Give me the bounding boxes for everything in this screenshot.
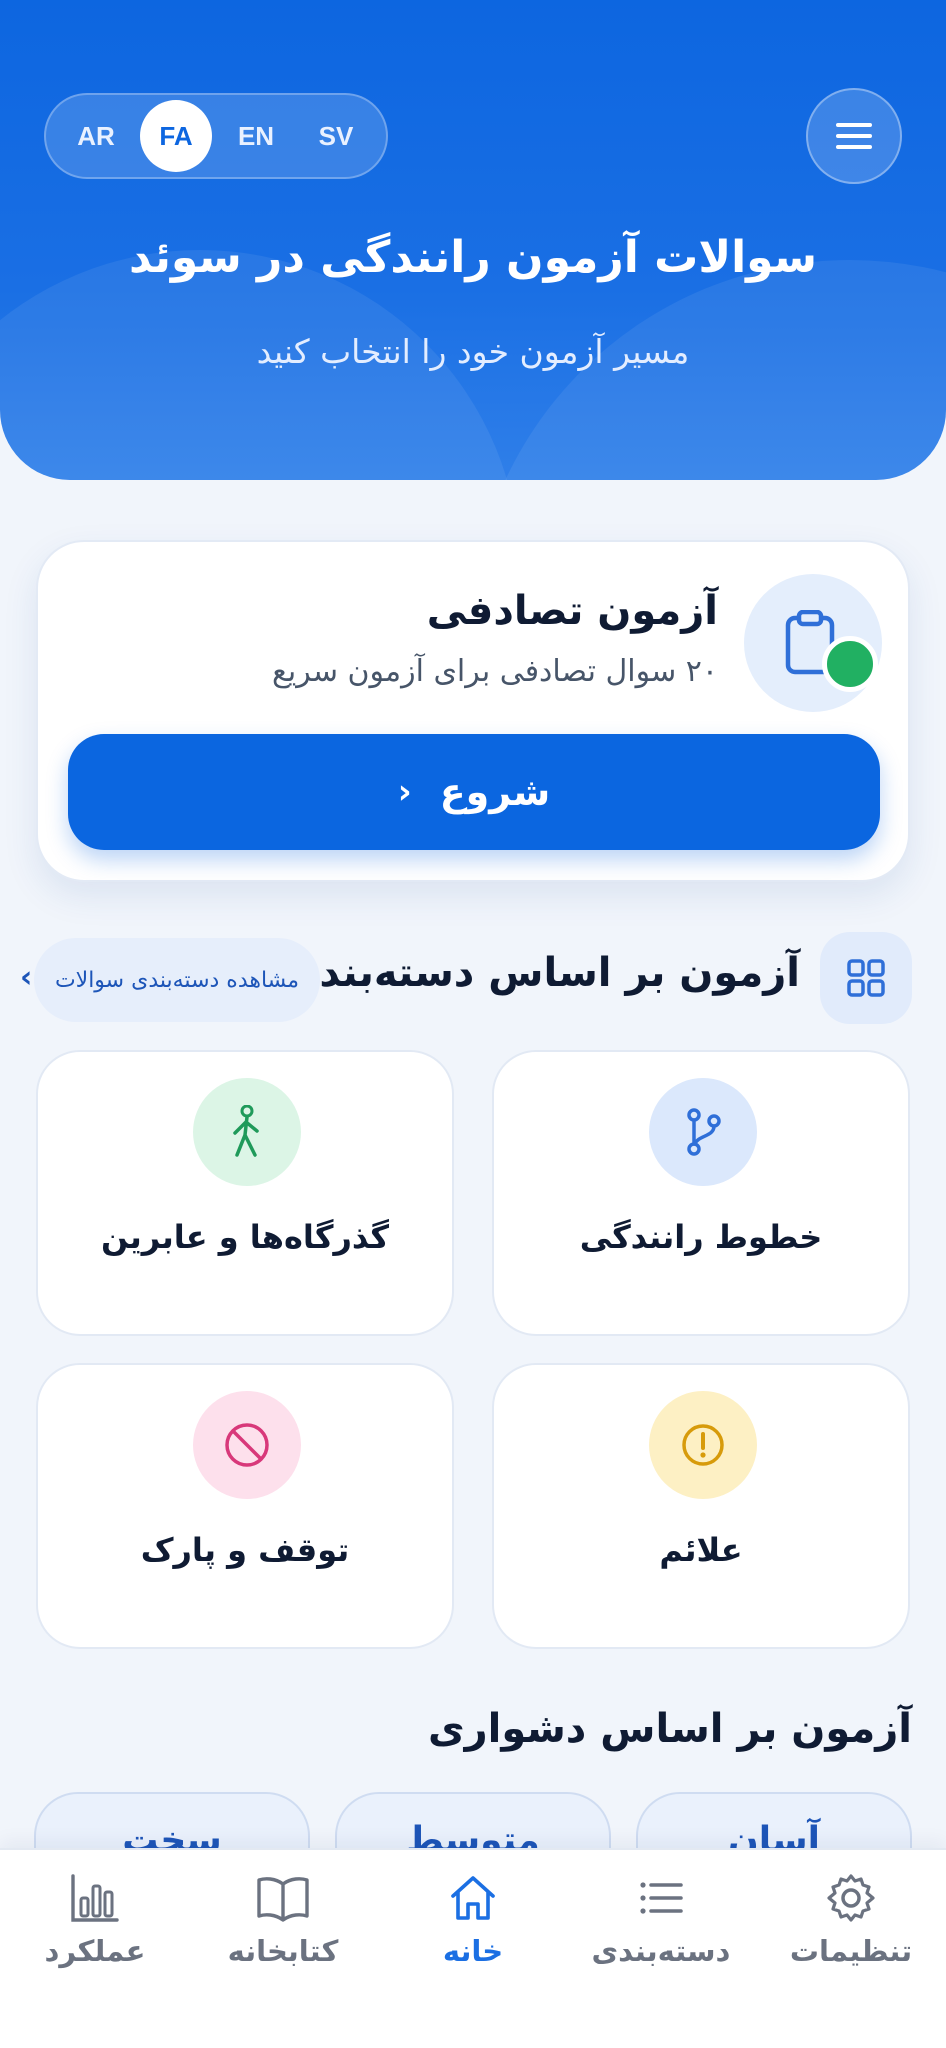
category-label: خطوط رانندگی (579, 1218, 823, 1256)
hamburger-icon (836, 145, 872, 149)
see-all-label: مشاهده دسته‌بندی سوالات (54, 967, 300, 993)
random-quiz-card: آزمون تصادفی ۲۰ سوال تصادفی برای آزمون س… (36, 540, 910, 882)
category-card-crossings[interactable]: گذرگاه‌ها و عابرین (36, 1050, 454, 1336)
start-button[interactable]: شروع ‹ (68, 734, 880, 850)
chevron-left-icon: ‹ (397, 772, 412, 812)
category-card-driving-lanes[interactable]: خطوط رانندگی (492, 1050, 910, 1336)
warning-icon (649, 1391, 757, 1499)
category-card-signs[interactable]: علائم (492, 1363, 910, 1649)
nav-item-library[interactable]: کتابخانه (188, 1872, 378, 2012)
see-all-categories-button[interactable]: مشاهده دسته‌بندی سوالات (34, 938, 320, 1022)
nav-label: تنظیمات (789, 1934, 913, 1968)
nav-item-performance[interactable]: عملکرد (0, 1872, 190, 2012)
nav-label: خانه (442, 1934, 504, 1968)
page-title: سوالات آزمون رانندگی در سوئد (128, 232, 818, 283)
menu-button[interactable] (806, 88, 902, 184)
random-quiz-subtitle: ۲۰ سوال تصادفی برای آزمون سریع (271, 654, 718, 689)
category-label: علائم (659, 1531, 743, 1569)
book-icon (257, 1877, 309, 1922)
nav-item-categories[interactable]: دسته‌بندی (566, 1872, 756, 2012)
road-fork-icon (649, 1078, 757, 1186)
pedestrian-icon (193, 1078, 301, 1186)
hamburger-icon (836, 134, 872, 138)
page-subtitle: مسیر آزمون خود را انتخاب کنید (256, 332, 690, 371)
category-label: گذرگاه‌ها و عابرین (100, 1218, 389, 1256)
language-switcher: AR FA EN SV (44, 93, 388, 179)
nav-label: کتابخانه (227, 1934, 339, 1968)
hamburger-icon (836, 123, 872, 127)
bar-chart-icon (71, 1874, 119, 1922)
nav-label: عملکرد (44, 1934, 146, 1968)
nav-item-settings[interactable]: تنظیمات (756, 1872, 946, 2012)
nav-label: دسته‌بندی (591, 1934, 731, 1968)
random-quiz-icon-wrap (744, 574, 888, 712)
lang-en-button[interactable]: EN (220, 100, 292, 172)
check-badge (822, 636, 888, 696)
start-button-label: شروع (439, 770, 551, 814)
chevron-left-icon[interactable]: ‹ (20, 960, 32, 995)
bottom-nav: تنظیمات دسته‌بندی خانه کتابخانه عملکرد (0, 1848, 946, 2048)
lang-sv-button[interactable]: SV (300, 100, 372, 172)
header: AR FA EN SV سوالات آزمون رانندگی در سوئد… (0, 0, 946, 480)
categories-section-title: آزمون بر اساس دسته‌بندی (282, 950, 800, 996)
category-label: توقف و پارک (140, 1531, 350, 1569)
grid-icon (820, 932, 912, 1024)
difficulty-section-title: آزمون بر اساس دشواری (427, 1706, 912, 1752)
gear-icon (827, 1874, 875, 1922)
nav-item-home[interactable]: خانه (378, 1872, 568, 2012)
check-icon (870, 682, 888, 696)
home-icon (451, 1876, 495, 1920)
list-icon (640, 1882, 683, 1914)
random-quiz-title: آزمون تصادفی (426, 588, 718, 634)
lang-fa-button[interactable]: FA (140, 100, 212, 172)
no-entry-icon (193, 1391, 301, 1499)
category-card-stop-park[interactable]: توقف و پارک (36, 1363, 454, 1649)
lang-ar-button[interactable]: AR (60, 100, 132, 172)
